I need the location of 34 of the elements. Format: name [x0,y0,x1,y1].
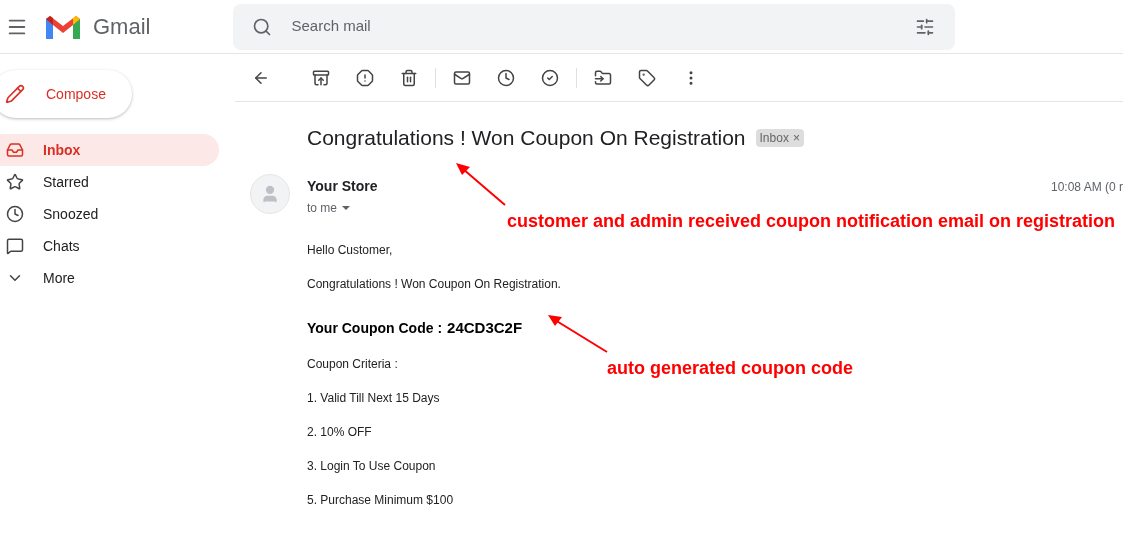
recipient-dropdown[interactable]: to me [307,198,350,217]
sidebar-item[interactable]: Chats [0,230,219,262]
label-chip-text: Inbox [759,129,789,147]
search-field[interactable]: Search mail [291,15,916,38]
chat-icon [6,237,24,255]
pencil-icon [5,84,25,104]
clock-icon [6,205,24,223]
star-icon [6,173,24,191]
annotation-text: auto generated coupon code [607,357,854,380]
criteria-item: 2. 10% OFF [307,424,372,441]
annotation-text: customer and admin received coupon notification email on registration [507,210,1116,233]
email-subject: Congratulations ! Won Coupon On Registration [307,125,746,151]
criteria-title: Coupon Criteria : [307,356,398,373]
compose-button[interactable]: Compose [0,70,132,118]
sidebar-item[interactable]: Snoozed [0,198,219,230]
sidebar-item[interactable]: More [0,262,219,294]
inbox-icon [6,141,24,159]
search-bar[interactable]: Search mail [233,3,956,50]
criteria-item: 3. Login To Use Coupon [307,458,436,475]
avatar [250,173,290,214]
remove-label-button[interactable]: × [792,128,800,147]
app-name: Gmail [93,13,151,41]
coupon-code-label: Your Coupon Code : [307,318,443,338]
greeting-text: Hello Customer, [307,241,393,259]
criteria-item: 5. Purchase Minimum $100 [307,492,454,509]
coupon-code: 24CD3C2F [447,317,523,338]
sender-name: Your Store [307,176,378,196]
sidebar-item[interactable]: Inbox [0,134,219,166]
search-icon [252,16,273,37]
criteria-item: 1. Valid Till Next 15 Days [307,390,440,407]
email-time: 10:08 AM (0 r [1050,178,1123,196]
filter-icon[interactable] [915,16,936,37]
intro-text: Congratulations ! Won Coupon On Registration. [307,275,561,293]
sidebar-item[interactable]: Starred [0,166,219,198]
